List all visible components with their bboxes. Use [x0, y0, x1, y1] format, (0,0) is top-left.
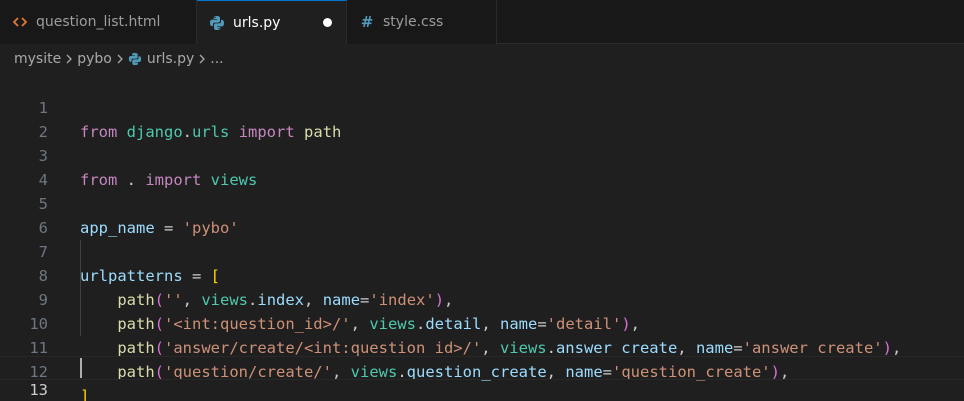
code-line[interactable]: 6: [0, 192, 964, 237]
code-line[interactable]: 8 path('', views.index, name='index'),: [0, 240, 964, 309]
editor-tab-bar: question_list.html urls.py # style.css: [0, 0, 964, 45]
unsaved-changes-dot-icon[interactable]: [323, 18, 332, 27]
code-line[interactable]: 2: [0, 96, 964, 141]
code-line[interactable]: 10 path('answer/create/<int:question_id>…: [0, 288, 964, 357]
text-cursor: [80, 358, 82, 378]
code-line[interactable]: 9 path('<int:question_id>/', views.detai…: [0, 264, 964, 333]
breadcrumb: mysite pybo urls.py ...: [0, 45, 964, 72]
tab-label: urls.py: [233, 14, 281, 31]
code-line[interactable]: 11 path('question/create/', views.questi…: [0, 312, 964, 381]
chevron-right-icon: [65, 53, 73, 65]
code-text: ]: [80, 387, 90, 401]
code-editor[interactable]: 1 from django.urls import path 2 3 from …: [0, 72, 964, 401]
tab-label: question_list.html: [36, 14, 161, 30]
tab-question-list-html[interactable]: question_list.html: [0, 0, 197, 44]
tab-urls-py[interactable]: urls.py: [197, 0, 347, 45]
python-icon: [209, 15, 225, 31]
code-line[interactable]: 4: [0, 144, 964, 189]
tab-style-css[interactable]: # style.css: [347, 0, 497, 44]
code-line-current[interactable]: 13: [0, 356, 964, 399]
breadcrumb-item-mysite[interactable]: mysite: [14, 51, 61, 67]
chevron-right-icon: [116, 53, 124, 65]
code-line[interactable]: 7 urlpatterns = [: [0, 216, 964, 285]
line-number: 13: [29, 381, 48, 399]
code-line[interactable]: 3 from . import views: [0, 120, 964, 189]
breadcrumb-item-pybo[interactable]: pybo: [77, 51, 112, 67]
code-line[interactable]: 5 app_name = 'pybo': [0, 168, 964, 237]
chevron-right-icon: [198, 53, 206, 65]
html-icon: [12, 14, 28, 30]
breadcrumb-item-symbols[interactable]: ...: [210, 51, 223, 67]
tab-label: style.css: [383, 14, 444, 30]
css-icon: #: [360, 13, 374, 31]
code-line[interactable]: 1 from django.urls import path: [0, 72, 964, 141]
breadcrumb-item-urls-py[interactable]: urls.py: [147, 51, 194, 67]
python-icon: [128, 52, 142, 66]
